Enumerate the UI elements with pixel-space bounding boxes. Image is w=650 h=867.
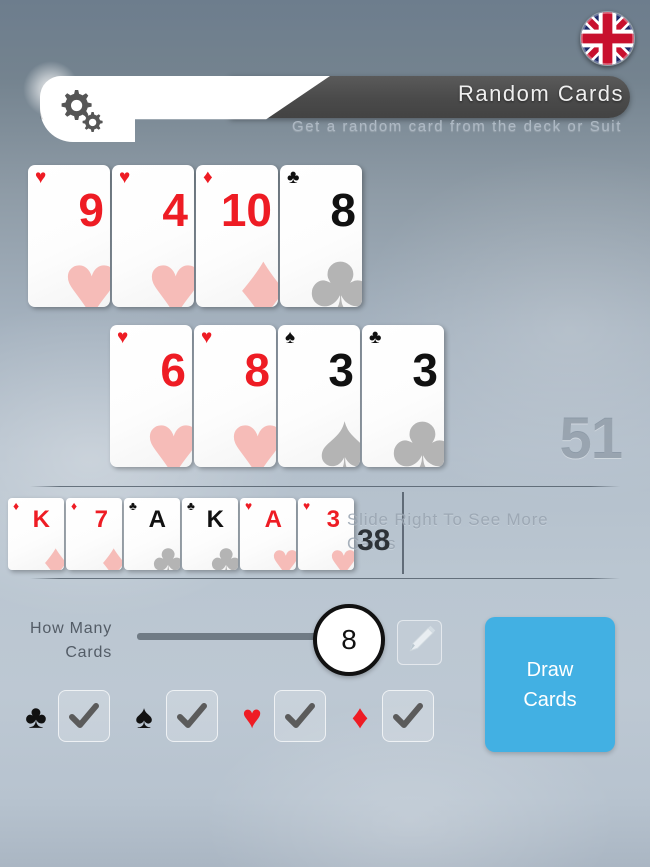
card-rank: 3 bbox=[326, 506, 340, 533]
card-rank: 6 bbox=[160, 344, 186, 396]
clubs-icon: ♣ bbox=[25, 697, 47, 735]
suit-checkbox-clubs[interactable] bbox=[58, 690, 110, 742]
settings-gear-button[interactable] bbox=[55, 86, 109, 134]
clubs-pip-icon: ♣ bbox=[369, 327, 382, 348]
playing-card[interactable]: ♦ ♦ 7 bbox=[66, 498, 122, 570]
card-rank: 8 bbox=[330, 184, 356, 236]
random-cards-app: Random Cards Get a random card from the … bbox=[0, 0, 650, 867]
suit-filter-diamonds: ♦ bbox=[338, 690, 434, 742]
check-icon bbox=[393, 703, 423, 728]
playing-card[interactable]: ♠ ♠ 3 bbox=[278, 325, 360, 467]
spades-pip-icon: ♠ bbox=[285, 327, 296, 348]
uk-flag-language-button[interactable] bbox=[580, 11, 635, 66]
suit-checkbox-hearts[interactable] bbox=[274, 690, 326, 742]
hearts-pip-icon: ♥ bbox=[201, 327, 213, 348]
spades-watermark-icon: ♠ bbox=[319, 393, 360, 468]
card-row-3[interactable]: ♦ ♦ K ♦ ♦ 7 ♣ ♣ A ♣ ♣ K ♥ ♥ A ♥ ♥ 3 bbox=[8, 498, 356, 570]
draw-button-text: Draw Cards bbox=[523, 655, 576, 715]
card-rank: A bbox=[264, 506, 282, 533]
draw-button-line1: Draw bbox=[526, 658, 574, 681]
hearts-watermark-icon: ♥ bbox=[145, 393, 192, 468]
clubs-watermark-icon: ♣ bbox=[391, 393, 444, 468]
draw-cards-button[interactable]: Draw Cards bbox=[485, 617, 615, 752]
hearts-watermark-icon: ♥ bbox=[63, 233, 110, 308]
how-many-cards-label-line: Cards bbox=[65, 644, 112, 661]
card-rank: 9 bbox=[78, 184, 104, 236]
playing-card[interactable]: ♥ ♥ 8 bbox=[194, 325, 276, 467]
slider-track bbox=[137, 633, 327, 640]
playing-card[interactable]: ♣ ♣ K bbox=[182, 498, 238, 570]
slider-value: 8 bbox=[341, 624, 357, 655]
playing-card[interactable]: ♦ ♦ 10 bbox=[196, 165, 278, 307]
suit-filter-clubs: ♣ bbox=[14, 690, 110, 742]
hearts-pip-icon: ♥ bbox=[117, 327, 129, 348]
suit-checkbox-diamonds[interactable] bbox=[382, 690, 434, 742]
suit-checkbox-spades[interactable] bbox=[166, 690, 218, 742]
clubs-watermark-icon: ♣ bbox=[152, 535, 181, 571]
deck-remaining-watermark: 51 bbox=[559, 406, 623, 471]
diamonds-icon: ♦ bbox=[351, 697, 369, 735]
check-icon bbox=[69, 703, 99, 728]
suit-filter-hearts: ♥ bbox=[230, 690, 326, 742]
card-row-2: ♥ ♥ 6 ♥ ♥ 8 ♠ ♠ 3 ♣ ♣ 3 bbox=[110, 325, 446, 467]
uk-flag-icon bbox=[581, 12, 634, 65]
card-rank: 8 bbox=[244, 344, 270, 396]
slider-thumb[interactable]: 8 bbox=[313, 604, 385, 676]
playing-card[interactable]: ♥ ♥ 3 bbox=[298, 498, 354, 570]
card-rank: K bbox=[206, 506, 224, 533]
card-rank: 4 bbox=[162, 184, 188, 236]
vertical-separator bbox=[402, 492, 404, 574]
suit-filter-row: ♣ ♠ ♥ ♦ bbox=[14, 690, 446, 742]
clubs-watermark-icon: ♣ bbox=[210, 535, 239, 571]
suit-filter-spades: ♠ bbox=[122, 690, 218, 742]
hearts-pip-icon: ♥ bbox=[119, 167, 131, 188]
divider-bottom bbox=[30, 578, 620, 579]
clubs-pip-icon: ♣ bbox=[287, 167, 300, 188]
divider-top bbox=[30, 486, 620, 487]
hearts-watermark-icon: ♥ bbox=[329, 535, 355, 571]
diamonds-watermark-icon: ♦ bbox=[239, 233, 278, 308]
playing-card[interactable]: ♦ ♦ K bbox=[8, 498, 64, 570]
playing-card[interactable]: ♥ ♥ 4 bbox=[112, 165, 194, 307]
card-row-1: ♥ ♥ 9 ♥ ♥ 4 ♦ ♦ 10 ♣ ♣ 8 bbox=[28, 165, 364, 307]
hearts-watermark-icon: ♥ bbox=[229, 393, 276, 468]
hearts-watermark-icon: ♥ bbox=[147, 233, 194, 308]
card-rank: A bbox=[148, 506, 166, 533]
card-rank: 3 bbox=[328, 344, 354, 396]
diamonds-watermark-icon: ♦ bbox=[43, 535, 65, 571]
card-rank: 3 bbox=[412, 344, 438, 396]
clubs-watermark-icon: ♣ bbox=[309, 233, 362, 308]
how-many-cards-label: How Many Cards bbox=[0, 617, 112, 665]
hearts-icon: ♥ bbox=[242, 697, 262, 735]
playing-card[interactable]: ♣ ♣ A bbox=[124, 498, 180, 570]
edit-count-button[interactable] bbox=[397, 620, 442, 665]
check-icon bbox=[285, 703, 315, 728]
spades-icon: ♠ bbox=[135, 697, 153, 735]
hearts-pip-icon: ♥ bbox=[35, 167, 47, 188]
playing-card[interactable]: ♣ ♣ 3 bbox=[362, 325, 444, 467]
playing-card[interactable]: ♥ ♥ A bbox=[240, 498, 296, 570]
check-icon bbox=[177, 703, 207, 728]
hearts-watermark-icon: ♥ bbox=[271, 535, 297, 571]
card-rank: K bbox=[32, 506, 50, 533]
header-bar: Random Cards bbox=[0, 60, 650, 142]
card-count-slider[interactable] bbox=[137, 633, 327, 643]
playing-card[interactable]: ♥ ♥ 9 bbox=[28, 165, 110, 307]
draw-button-line2: Cards bbox=[523, 688, 577, 711]
pencil-icon bbox=[409, 625, 436, 652]
diamonds-pip-icon: ♦ bbox=[203, 167, 213, 188]
diamonds-watermark-icon: ♦ bbox=[101, 535, 123, 571]
playing-card[interactable]: ♣ ♣ 8 bbox=[280, 165, 362, 307]
gear-icon bbox=[61, 90, 103, 132]
card-rank: 10 bbox=[220, 184, 272, 236]
remaining-cards-count: 38 bbox=[357, 524, 391, 557]
card-rank: 7 bbox=[94, 506, 108, 533]
playing-card[interactable]: ♥ ♥ 6 bbox=[110, 325, 192, 467]
page-title: Random Cards bbox=[458, 81, 624, 106]
how-many-cards-label-line: How Many bbox=[30, 620, 112, 637]
